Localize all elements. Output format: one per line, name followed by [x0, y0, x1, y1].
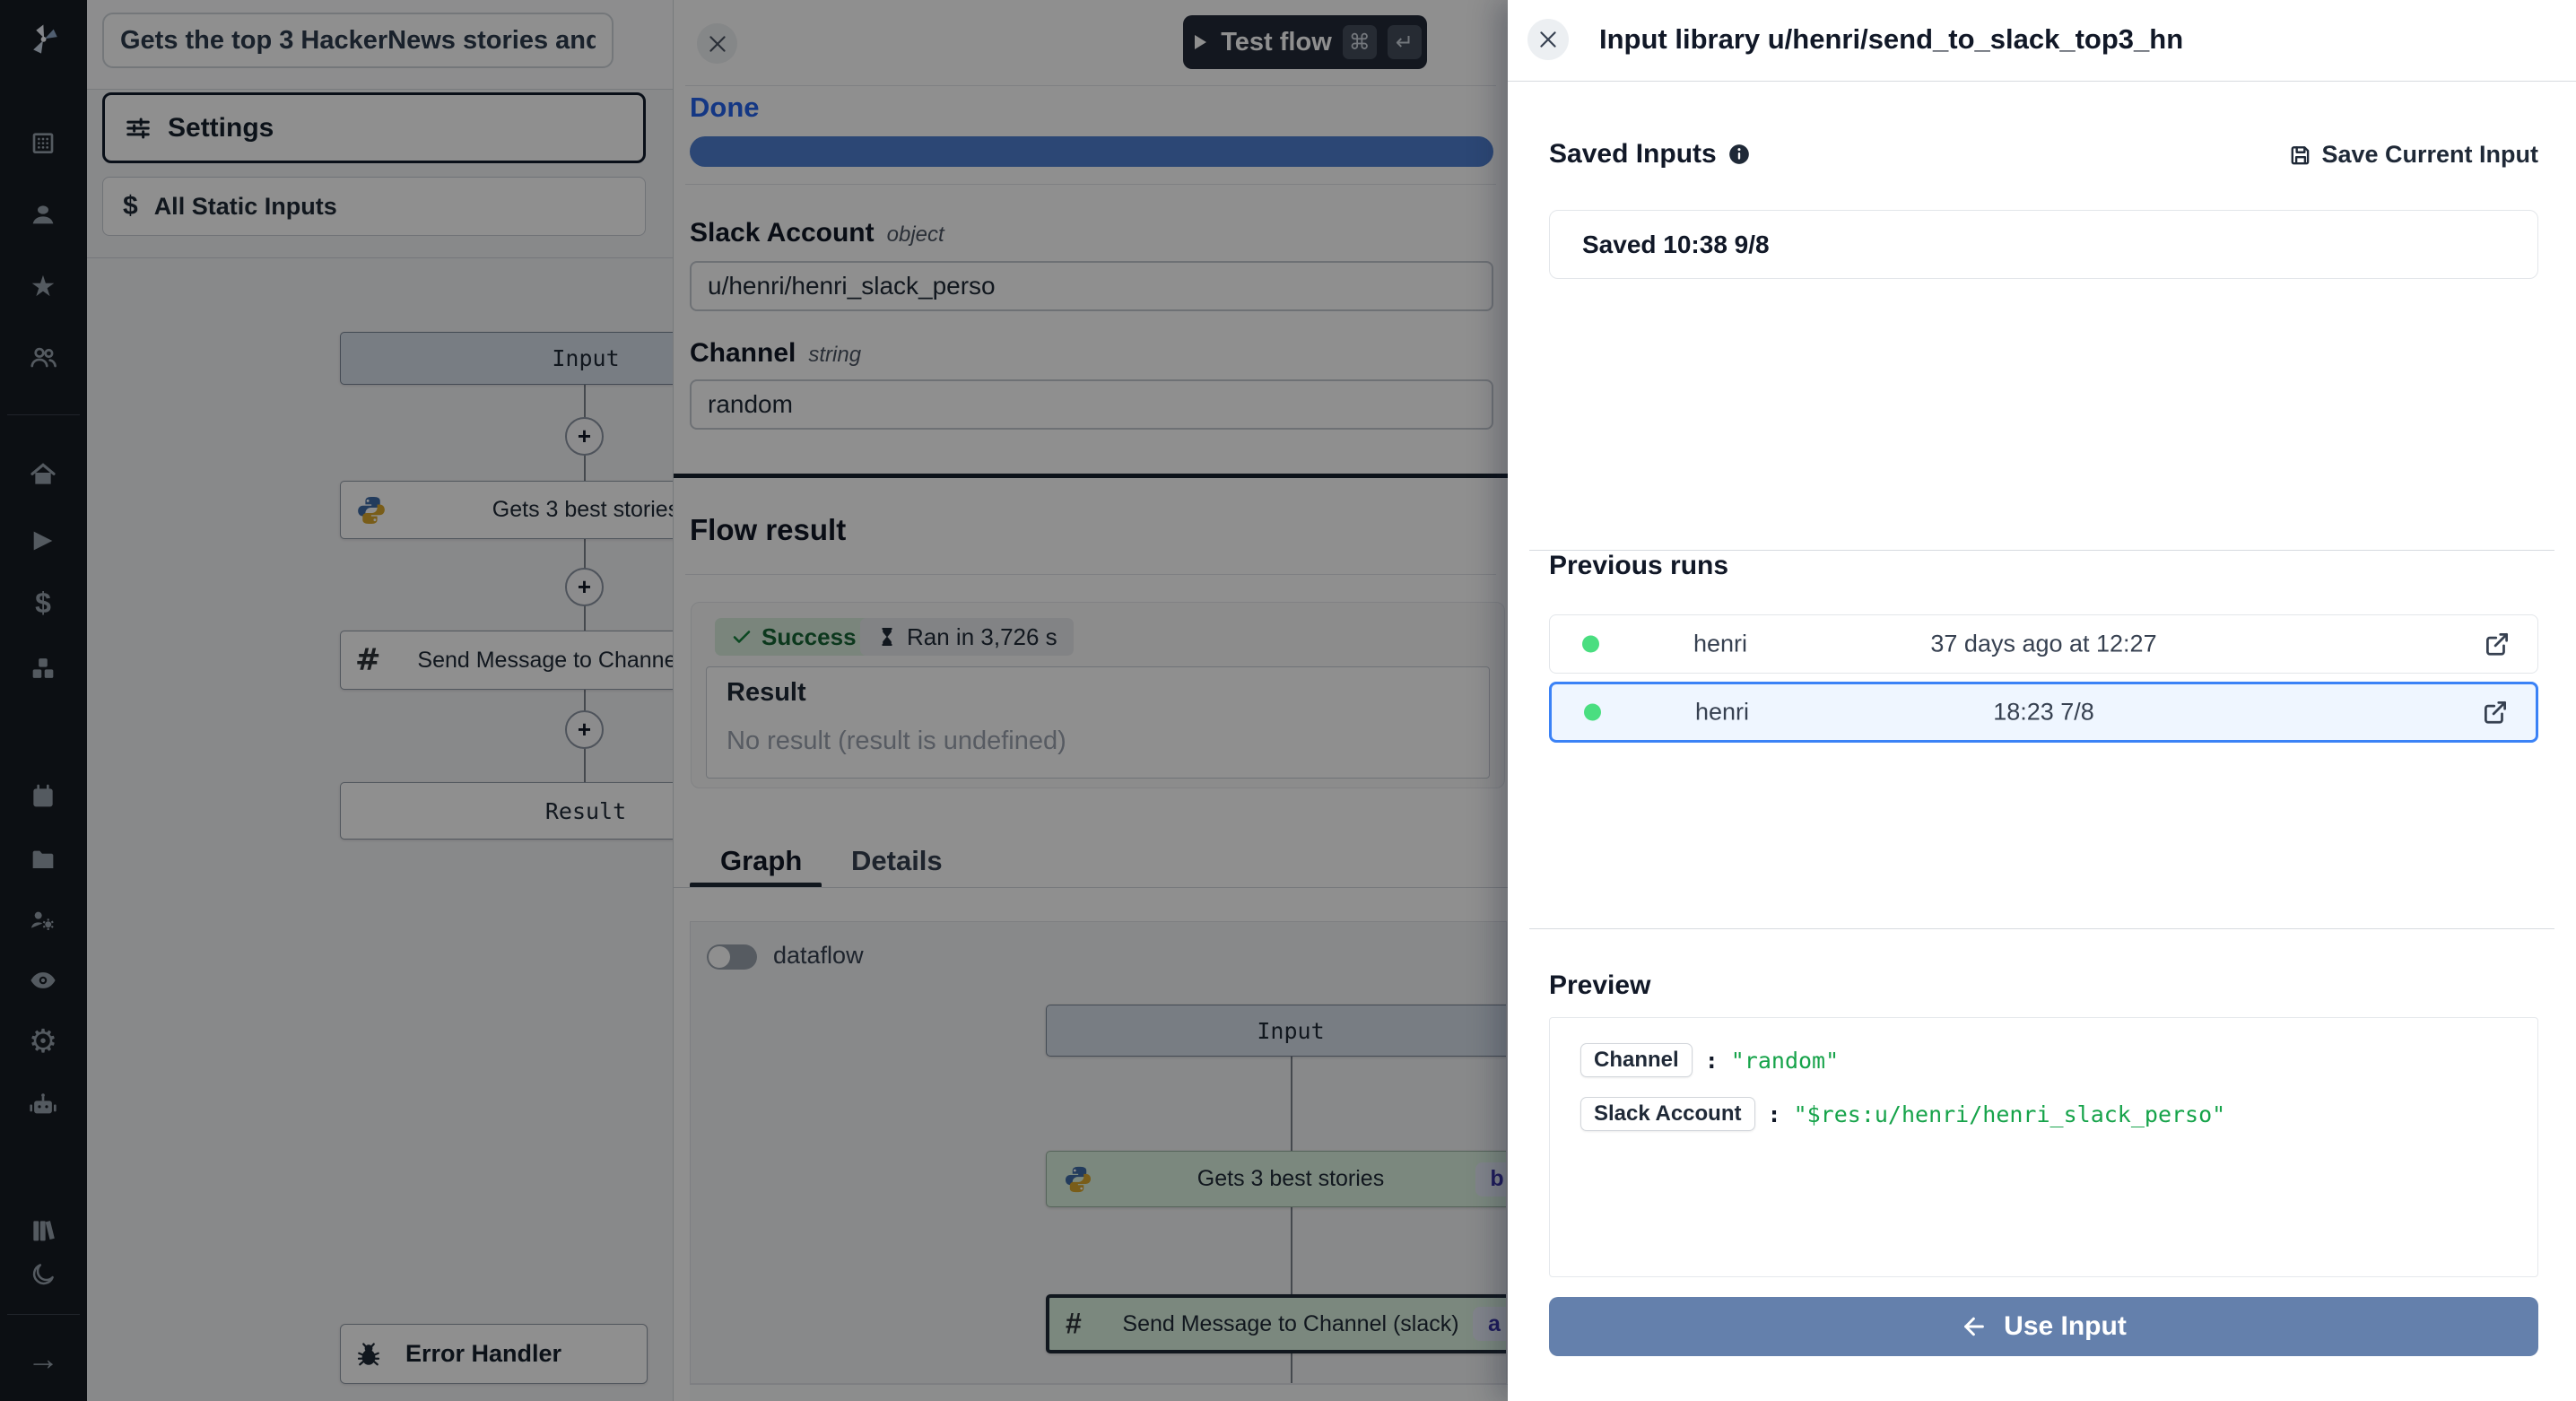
- drawer-backdrop[interactable]: [0, 0, 1508, 1401]
- arrow-left-icon: [1961, 1313, 1988, 1340]
- input-preview-box: Channel : "random" Slack Account : "$res…: [1549, 1017, 2538, 1277]
- preview-entry: Channel : "random": [1580, 1043, 2537, 1077]
- preview-value: "random": [1731, 1048, 1839, 1074]
- preview-key-chip: Slack Account: [1580, 1097, 1755, 1131]
- divider: [1508, 81, 2576, 82]
- drawer-title: Input library u/henri/send_to_slack_top3…: [1599, 23, 2183, 56]
- preview-heading: Preview: [1549, 970, 1650, 1001]
- external-link-icon[interactable]: [2482, 699, 2509, 726]
- preview-entry: Slack Account : "$res:u/henri/henri_slac…: [1580, 1097, 2537, 1131]
- windmill-flow-editor: ★ ▶ $ ⚙: [0, 0, 2576, 1401]
- saved-inputs-heading: Saved Inputs: [1549, 139, 1751, 170]
- previous-runs-heading: Previous runs: [1549, 551, 1728, 581]
- preview-value: "$res:u/henri/henri_slack_perso": [1794, 1101, 2226, 1127]
- save-current-input-button[interactable]: Save Current Input: [2289, 141, 2538, 169]
- use-input-button[interactable]: Use Input: [1549, 1297, 2538, 1356]
- external-link-icon[interactable]: [2484, 631, 2511, 657]
- close-icon[interactable]: [1527, 19, 1569, 60]
- divider: [1529, 928, 2554, 929]
- info-icon[interactable]: [1727, 143, 1751, 166]
- colon-separator: :: [1705, 1048, 1719, 1074]
- save-floppy-icon: [2289, 144, 2312, 167]
- previous-run-row-selected[interactable]: henri 18:23 7/8: [1549, 682, 2538, 743]
- previous-run-row[interactable]: henri 37 days ago at 12:27: [1549, 614, 2538, 674]
- saved-input-entry[interactable]: Saved 10:38 9/8: [1549, 210, 2538, 279]
- input-library-drawer: Input library u/henri/send_to_slack_top3…: [1508, 0, 2576, 1401]
- run-timestamp: 18:23 7/8: [1552, 699, 2536, 727]
- colon-separator: :: [1768, 1101, 1781, 1127]
- run-timestamp: 37 days ago at 12:27: [1550, 631, 2537, 658]
- preview-key-chip: Channel: [1580, 1043, 1693, 1077]
